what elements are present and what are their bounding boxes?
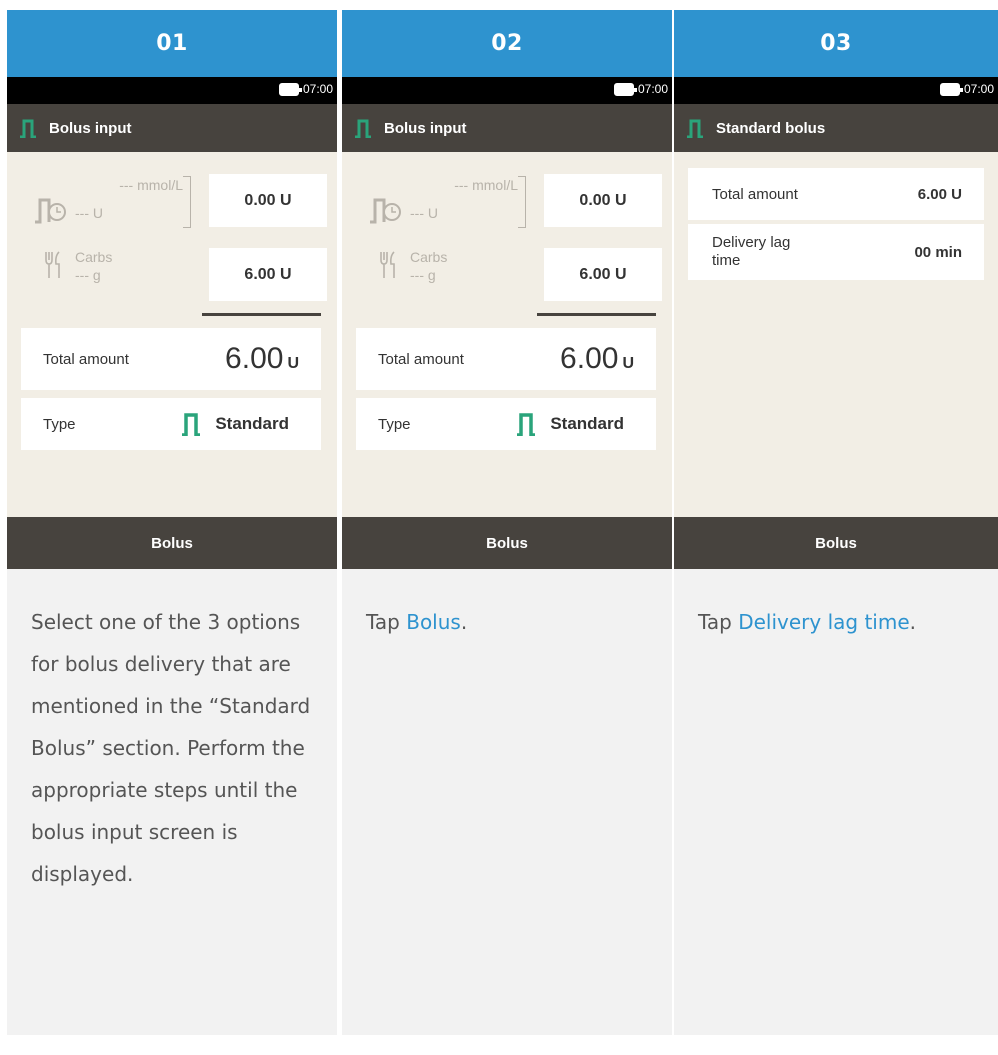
lag-value: 00 min	[914, 243, 962, 261]
standard-bolus-icon	[517, 413, 536, 436]
step-number: 03	[674, 10, 998, 77]
type-card[interactable]: Type Standard	[21, 398, 321, 450]
pump-screen: Total amount 6.00 U Delivery lag time 00…	[674, 152, 998, 517]
battery-icon	[278, 82, 302, 96]
sum-line	[202, 313, 321, 316]
screen-title: Standard bolus	[716, 119, 826, 137]
delivery-lag-row[interactable]: Delivery lag time 00 min	[688, 224, 984, 280]
total-label: Total amount	[378, 350, 464, 368]
step-description: Tap Bolus.	[342, 569, 672, 1035]
fork-knife-icon	[45, 251, 60, 278]
battery-icon	[613, 82, 637, 96]
carbs-label: Carbs	[410, 249, 448, 265]
carbs-units: --- g	[410, 267, 436, 283]
correction-value[interactable]: 0.00 U	[544, 174, 662, 227]
type-value: Standard	[550, 414, 624, 433]
pump-screen: --- mmol/L --- U 0.00 U Carbs --- g 6.00…	[7, 152, 337, 517]
correction-units: --- U	[75, 205, 103, 221]
step-column-3: 03 07:00 Standard bolus Total amount 6.0…	[674, 10, 998, 1055]
total-label: Total amount	[712, 185, 798, 203]
carbs-row: Carbs --- g 6.00 U	[356, 246, 662, 302]
standard-bolus-icon	[355, 119, 371, 138]
pump-screen: --- mmol/L --- U 0.00 U Carbs --- g 6.00…	[342, 152, 672, 517]
type-label: Type	[43, 415, 76, 433]
bg-unit: --- mmol/L	[454, 177, 518, 193]
bg-unit: --- mmol/L	[119, 177, 183, 193]
bolus-softkey[interactable]: Bolus	[342, 517, 672, 569]
screen-title: Bolus input	[49, 119, 132, 137]
step-number: 01	[7, 10, 337, 77]
status-bar: 07:00	[674, 77, 998, 104]
insulin-clock-icon	[35, 198, 66, 224]
sum-line	[537, 313, 656, 316]
total-label: Total amount	[43, 350, 129, 368]
correction-value[interactable]: 0.00 U	[209, 174, 327, 227]
type-label: Type	[378, 415, 411, 433]
screen-titlebar: Bolus input	[342, 104, 672, 152]
insulin-clock-icon	[370, 198, 401, 224]
bolus-link[interactable]: Bolus	[406, 610, 461, 634]
step-description: Tap Delivery lag time.	[674, 569, 998, 1035]
instruction-grid: 01 07:00 Bolus input --- mmol/L --- U 0.…	[0, 0, 998, 1055]
total-amount-row[interactable]: Total amount 6.00 U	[688, 168, 984, 220]
carbs-value[interactable]: 6.00 U	[544, 248, 662, 301]
fork-knife-icon	[380, 251, 395, 278]
carbs-label: Carbs	[75, 249, 113, 265]
bolus-softkey[interactable]: Bolus	[7, 517, 337, 569]
step-column-1: 01 07:00 Bolus input --- mmol/L --- U 0.…	[7, 10, 337, 1055]
status-time: 07:00	[963, 82, 994, 96]
carbs-row: Carbs --- g 6.00 U	[21, 246, 327, 302]
status-time: 07:00	[637, 82, 668, 96]
type-value: Standard	[215, 414, 289, 433]
standard-bolus-icon	[182, 413, 201, 436]
delivery-lag-link[interactable]: Delivery lag time	[738, 610, 909, 634]
screen-titlebar: Standard bolus	[674, 104, 998, 152]
total-amount-card: Total amount 6.00 U	[21, 328, 321, 390]
type-card[interactable]: Type Standard	[356, 398, 656, 450]
correction-row: --- mmol/L --- U 0.00 U	[356, 172, 662, 232]
screen-titlebar: Bolus input	[7, 104, 337, 152]
status-bar: 07:00	[7, 77, 337, 104]
bracket	[183, 176, 191, 228]
step-description: Select one of the 3 options for bolus de…	[7, 569, 337, 1035]
total-value: 6.00 U	[560, 342, 634, 375]
status-bar: 07:00	[342, 77, 672, 104]
bolus-softkey[interactable]: Bolus	[674, 517, 998, 569]
step-column-2: 02 07:00 Bolus input --- mmol/L --- U 0.…	[342, 10, 672, 1055]
total-value: 6.00 U	[225, 342, 299, 375]
total-value: 6.00 U	[917, 185, 962, 203]
battery-icon	[939, 82, 963, 96]
total-amount-card: Total amount 6.00 U	[356, 328, 656, 390]
carbs-value[interactable]: 6.00 U	[209, 248, 327, 301]
lag-label: Delivery lag time	[712, 234, 791, 269]
correction-units: --- U	[410, 205, 438, 221]
standard-bolus-icon	[20, 119, 36, 138]
screen-title: Bolus input	[384, 119, 467, 137]
correction-row: --- mmol/L --- U 0.00 U	[21, 172, 327, 232]
status-time: 07:00	[302, 82, 333, 96]
standard-bolus-icon	[687, 119, 703, 138]
step-number: 02	[342, 10, 672, 77]
bracket	[518, 176, 526, 228]
carbs-units: --- g	[75, 267, 101, 283]
